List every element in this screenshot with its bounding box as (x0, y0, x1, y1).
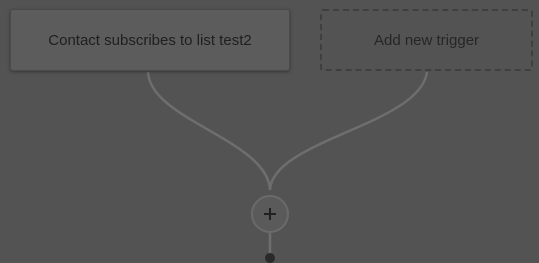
add-step-button[interactable] (251, 195, 289, 233)
connector-endpoint-dot (265, 253, 275, 263)
trigger-card-label: Contact subscribes to list test2 (48, 31, 252, 49)
trigger-card[interactable]: Contact subscribes to list test2 (10, 9, 290, 71)
workflow-canvas: Contact subscribes to list test2 Add new… (0, 0, 539, 263)
add-trigger-label: Add new trigger (373, 31, 480, 49)
add-trigger-button[interactable]: Add new trigger (320, 9, 533, 71)
connector-line-right (268, 71, 429, 191)
plus-icon (264, 208, 276, 220)
connector-line-left (146, 71, 272, 191)
